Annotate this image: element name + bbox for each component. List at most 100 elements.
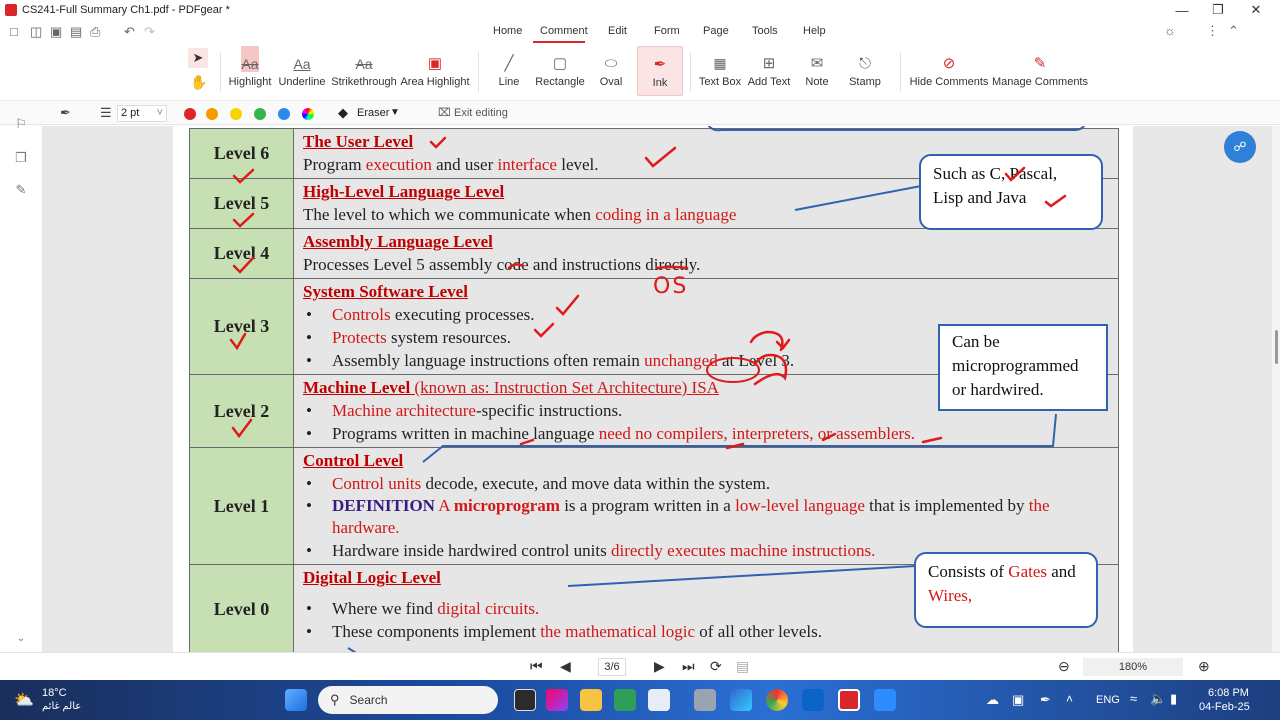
level-label: Level 2 xyxy=(189,374,294,448)
open-folder-icon[interactable]: ◫ xyxy=(30,24,42,40)
pen-tray-icon[interactable]: ✒ xyxy=(1040,692,1051,708)
clock-time[interactable]: 6:08 PM xyxy=(1208,687,1249,699)
last-page-icon[interactable]: ⏭ xyxy=(682,658,695,675)
callout-gates-wires[interactable]: Consists of Gates and Wires, xyxy=(914,552,1098,628)
rectangle-icon: ▢ xyxy=(552,55,568,72)
fit-page-icon[interactable]: ▤ xyxy=(736,658,749,675)
outlook-icon[interactable] xyxy=(802,689,824,711)
menu-edit[interactable]: Edit xyxy=(608,25,627,37)
color-orange-swatch[interactable] xyxy=(206,108,218,120)
first-page-icon[interactable]: ⏮ xyxy=(530,658,543,675)
color-green-swatch[interactable] xyxy=(254,108,266,120)
manage-comments-button[interactable]: ✎ Manage Comments xyxy=(992,46,1088,96)
close-button[interactable]: ✕ xyxy=(1238,0,1274,20)
zoom-level[interactable]: 180% xyxy=(1083,658,1183,676)
select-arrow-icon[interactable]: ➤ xyxy=(188,48,208,68)
maximize-button[interactable]: ❐ xyxy=(1200,0,1236,20)
stroke-width-select[interactable]: 2 pt ˅ xyxy=(117,105,167,122)
menu-comment[interactable]: Comment xyxy=(540,25,588,37)
eraser-dropdown[interactable]: Eraser xyxy=(357,107,389,119)
menu-home[interactable]: Home xyxy=(493,25,522,37)
sheets-app-icon[interactable] xyxy=(614,689,636,711)
strikethrough-button[interactable]: Aa Strikethrough xyxy=(331,46,397,96)
eraser-icon: ◆ xyxy=(338,105,348,120)
note-icon: ✉ xyxy=(810,55,824,72)
print-icon[interactable]: ⎙ xyxy=(90,24,100,40)
chevron-down-icon[interactable]: ⌄ xyxy=(13,630,29,646)
redo-icon[interactable]: ↷ xyxy=(144,24,155,40)
floating-action-button[interactable]: ☍ xyxy=(1224,131,1256,163)
thumbnails-icon[interactable]: ❐ xyxy=(13,150,29,166)
more-icon[interactable]: ⋮ xyxy=(1206,23,1219,39)
highlight-button[interactable]: Aa Highlight xyxy=(228,46,272,96)
comments-panel-icon[interactable]: ✎ xyxy=(13,182,29,198)
collapse-ribbon-icon[interactable]: ⌃ xyxy=(1228,23,1239,39)
callout-languages[interactable]: Such as C, Pascal, Lisp and Java xyxy=(919,154,1103,230)
document-canvas[interactable]: Level 6 The User Level Program execution… xyxy=(43,126,1272,652)
menu-help[interactable]: Help xyxy=(803,25,826,37)
hide-comments-button[interactable]: ⊘ Hide Comments xyxy=(910,46,989,96)
area-highlight-button[interactable]: ▣ Area Highlight xyxy=(400,46,469,96)
weather-icon[interactable]: ⛅ xyxy=(14,690,34,710)
chrome-browser-icon[interactable] xyxy=(766,689,788,711)
next-page-icon[interactable]: ▶ xyxy=(654,658,665,675)
oval-button[interactable]: ⬭ Oval xyxy=(592,46,630,96)
language-indicator[interactable]: ENG xyxy=(1096,694,1120,706)
exit-editing-button[interactable]: Exit editing xyxy=(454,107,508,119)
page-number-input[interactable]: 3/6 xyxy=(598,658,626,676)
pdfgear-logo-icon xyxy=(5,4,17,16)
menu-page[interactable]: Page xyxy=(703,25,729,37)
add-text-button[interactable]: ⊞ Add Text xyxy=(747,46,791,96)
level-heading: Assembly Language Level xyxy=(303,232,493,251)
scrollbar-thumb[interactable] xyxy=(1275,330,1278,364)
theme-icon[interactable]: ☼ xyxy=(1164,23,1176,38)
stamp-button[interactable]: ⎋ Stamp xyxy=(842,46,888,96)
color-picker-icon[interactable] xyxy=(302,108,314,120)
rotate-icon[interactable]: ⟳ xyxy=(710,658,722,675)
minimize-button[interactable]: — xyxy=(1164,0,1200,20)
menu-tools[interactable]: Tools xyxy=(752,25,778,37)
file-explorer-icon[interactable] xyxy=(580,689,602,711)
cloud-icon[interactable]: ☁ xyxy=(986,692,999,708)
ink-button[interactable]: ✒ Ink xyxy=(637,46,683,96)
text-box-button[interactable]: ▦ Text Box xyxy=(698,46,742,96)
level-label: Level 0 xyxy=(189,564,294,652)
tray-icon[interactable]: ▣ xyxy=(1012,692,1024,708)
zoom-app-icon[interactable] xyxy=(874,689,896,711)
wifi-icon[interactable]: ≈ xyxy=(1130,691,1137,706)
calculator-icon[interactable] xyxy=(694,689,716,711)
bookmark-icon[interactable]: ⚐ xyxy=(13,116,29,132)
line-button[interactable]: ╱ Line xyxy=(490,46,528,96)
start-menu-icon[interactable] xyxy=(285,689,307,711)
widgets-app-icon[interactable] xyxy=(546,689,568,711)
pdfgear-taskbar-icon[interactable] xyxy=(838,689,860,711)
taskbar-search[interactable]: ⚲ Search xyxy=(318,686,498,714)
task-view-icon[interactable] xyxy=(514,689,536,711)
callout-microprogrammed[interactable]: Can be microprogrammed or hardwired. xyxy=(938,324,1108,411)
zoom-in-icon[interactable]: ⊕ xyxy=(1198,658,1210,675)
undo-icon[interactable]: ↶ xyxy=(124,24,135,40)
battery-icon[interactable]: ▮ xyxy=(1170,691,1177,707)
calendar-app-icon[interactable] xyxy=(648,689,670,711)
save-as-icon[interactable]: ▤ xyxy=(70,24,82,40)
bullet-list: Control units decode, execute, and move … xyxy=(303,472,1110,562)
comment-ribbon: ➤ ✋ Aa Highlight Aa Underline Aa Strikethro… xyxy=(0,44,1280,100)
note-button[interactable]: ✉ Note xyxy=(800,46,834,96)
save-icon[interactable]: ▣ xyxy=(50,24,62,40)
chevron-up-icon[interactable]: ˄ xyxy=(1066,692,1073,706)
edge-browser-icon[interactable] xyxy=(730,689,752,711)
new-file-icon[interactable]: □ xyxy=(10,24,18,39)
volume-icon[interactable]: 🔈 xyxy=(1150,691,1166,707)
zoom-out-icon[interactable]: ⊖ xyxy=(1058,658,1070,675)
clock-date[interactable]: 04-Feb-25 xyxy=(1199,701,1250,713)
underline-button[interactable]: Aa Underline xyxy=(278,46,326,96)
hand-tool-icon[interactable]: ✋ xyxy=(190,74,207,91)
color-blue-swatch[interactable] xyxy=(278,108,290,120)
rectangle-button[interactable]: ▢ Rectangle xyxy=(535,46,585,96)
color-red-swatch[interactable] xyxy=(184,108,196,120)
vertical-scrollbar[interactable] xyxy=(1272,126,1280,652)
color-yellow-swatch[interactable] xyxy=(230,108,242,120)
ink-style-icon[interactable]: ✒ xyxy=(60,105,71,121)
previous-page-icon[interactable]: ◀ xyxy=(560,658,571,675)
menu-form[interactable]: Form xyxy=(654,25,680,37)
